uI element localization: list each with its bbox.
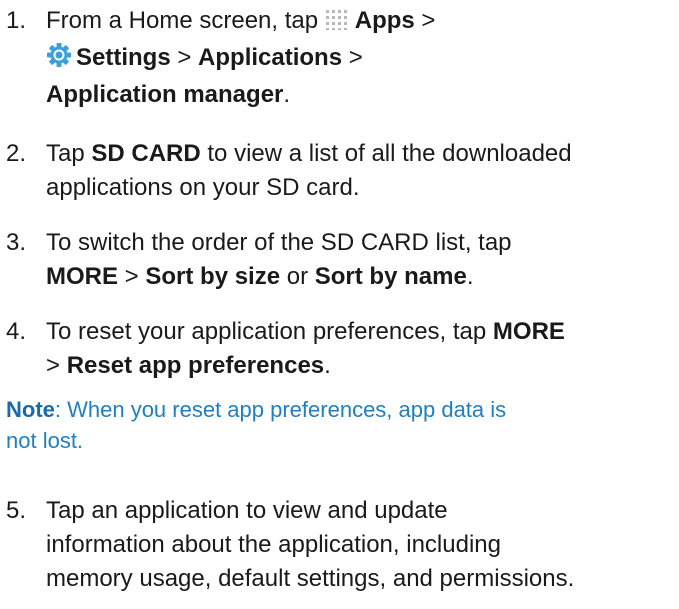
step-text: or: [280, 263, 315, 290]
step-number: 2.: [6, 140, 27, 167]
step-text: Tap an application to view and update: [46, 497, 448, 524]
step-2: 2. Tap SD CARD to view a list of all the…: [6, 137, 676, 205]
step-text: >: [118, 263, 146, 290]
applications-label: Applications: [198, 44, 343, 71]
step-body: To switch the order of the SD CARD list,…: [46, 226, 676, 294]
step-number: 5.: [6, 497, 27, 524]
step-text: to view a list of all the downloaded: [200, 140, 572, 167]
apps-grid-icon: [325, 7, 351, 41]
step-1: 1. From a Home screen, tap Apps > Settin…: [6, 4, 676, 112]
step-body: Tap SD CARD to view a list of all the do…: [46, 137, 676, 205]
step-line: Application manager.: [46, 78, 676, 112]
step-line: Tap SD CARD to view a list of all the do…: [46, 137, 676, 171]
step-line: > Reset app preferences.: [46, 349, 676, 383]
settings-gear-icon: [46, 42, 72, 78]
step-number: 3.: [6, 229, 27, 256]
step-text: .: [283, 81, 291, 108]
step-text: >: [414, 7, 436, 34]
step-text: From a Home screen, tap: [46, 7, 325, 34]
step-text: .: [324, 352, 331, 379]
step-body: Tap an application to view and update in…: [46, 494, 676, 596]
reset-app-preferences-label: Reset app preferences: [66, 352, 325, 379]
step-body: To reset your application preferences, t…: [46, 315, 676, 383]
step-line: information about the application, inclu…: [46, 528, 676, 562]
step-line: To switch the order of the SD CARD list,…: [46, 226, 676, 260]
step-line: memory usage, default settings, and perm…: [46, 562, 676, 596]
more-label: MORE: [492, 318, 565, 345]
note-line: Note: When you reset app preferences, ap…: [6, 394, 676, 425]
application-manager-label: Application manager: [46, 81, 284, 108]
step-text: applications on your SD card.: [46, 174, 360, 201]
step-5: 5. Tap an application to view and update…: [6, 494, 676, 596]
step-text: .: [466, 263, 474, 290]
step-line: Settings > Applications >: [46, 41, 676, 78]
step-text: >: [170, 44, 199, 71]
sort-by-name-label: Sort by name: [314, 263, 467, 290]
step-number: 4.: [6, 318, 27, 345]
step-line: To reset your application preferences, t…: [46, 315, 676, 349]
step-text: >: [342, 44, 363, 71]
sd-card-label: SD CARD: [91, 140, 201, 167]
step-text: To reset your application preferences, t…: [46, 318, 493, 345]
step-line: MORE > Sort by size or Sort by name.: [46, 260, 676, 294]
settings-label: Settings: [76, 44, 171, 71]
step-text: To switch the order of the SD CARD list,…: [46, 229, 512, 256]
note-line: not lost.: [6, 425, 676, 456]
sort-by-size-label: Sort by size: [145, 263, 281, 290]
more-label: MORE: [46, 263, 118, 290]
note-text: : When you reset app preferences, app da…: [54, 397, 507, 422]
step-line: From a Home screen, tap Apps >: [46, 4, 676, 41]
step-line: Tap an application to view and update: [46, 494, 676, 528]
step-text: >: [46, 352, 67, 379]
step-3: 3. To switch the order of the SD CARD li…: [6, 226, 676, 294]
instruction-page: 1. From a Home screen, tap Apps > Settin…: [0, 0, 679, 609]
step-text: Tap: [46, 140, 92, 167]
step-number: 1.: [6, 7, 27, 34]
step-text: memory usage, default settings, and perm…: [46, 565, 575, 592]
note-text: not lost.: [6, 428, 84, 453]
note-callout: Note: When you reset app preferences, ap…: [6, 394, 676, 456]
step-text: information about the application, inclu…: [46, 531, 501, 558]
note-label: Note: [6, 397, 55, 422]
step-body: From a Home screen, tap Apps > Settings …: [46, 4, 676, 112]
apps-label: Apps: [354, 7, 415, 34]
step-line: applications on your SD card.: [46, 171, 676, 205]
step-4: 4. To reset your application preferences…: [6, 315, 676, 383]
